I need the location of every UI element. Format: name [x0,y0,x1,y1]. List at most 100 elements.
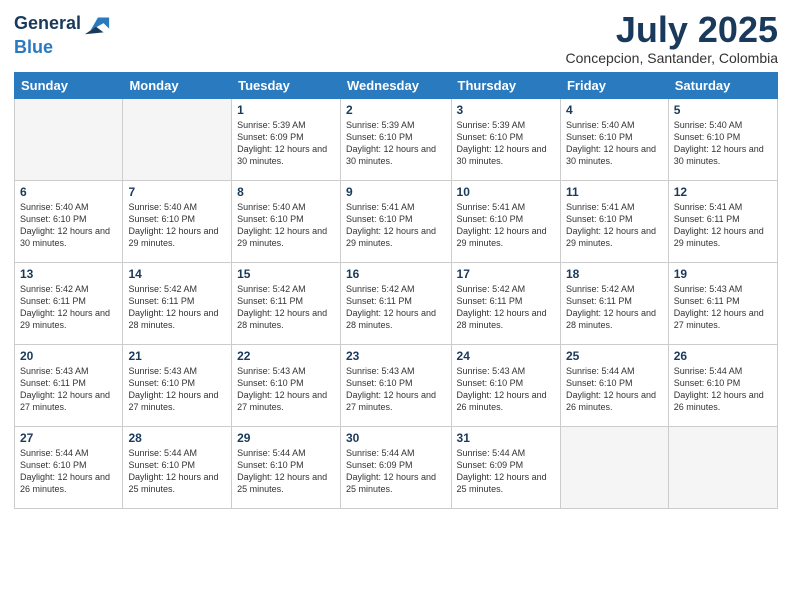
day-info: Sunrise: 5:40 AMSunset: 6:10 PMDaylight:… [128,201,226,250]
calendar-header-row: SundayMondayTuesdayWednesdayThursdayFrid… [15,72,778,98]
week-row-5: 27 Sunrise: 5:44 AMSunset: 6:10 PMDayligh… [15,426,778,508]
day-cell: 22 Sunrise: 5:43 AMSunset: 6:10 PMDayligh… [232,344,341,426]
day-header-monday: Monday [123,72,232,98]
day-cell: 25Sunrise: 5:44 AMSunset: 6:10 PMDayligh… [560,344,668,426]
day-info: Sunrise: 5:44 AMSunset: 6:10 PMDaylight:… [20,447,117,496]
day-number: 28 [128,431,226,445]
day-number: 22 [237,349,335,363]
day-info: Sunrise: 5:40 AMSunset: 6:10 PMDaylight:… [566,119,663,168]
day-cell: 18 Sunrise: 5:42 AMSunset: 6:11 PMDayligh… [560,262,668,344]
day-cell: 9 Sunrise: 5:41 AMSunset: 6:10 PMDaylight… [340,180,451,262]
day-cell [123,98,232,180]
day-number: 31 [457,431,555,445]
day-info: Sunrise: 5:44 AMSunset: 6:10 PMDaylight:… [566,365,663,414]
day-cell: 15 Sunrise: 5:42 AMSunset: 6:11 PMDayligh… [232,262,341,344]
day-info: Sunrise: 5:41 AMSunset: 6:10 PMDaylight:… [457,201,555,250]
day-number: 13 [20,267,117,281]
day-number: 23 [346,349,446,363]
day-number: 2 [346,103,446,117]
day-info: Sunrise: 5:41 AMSunset: 6:11 PMDaylight:… [674,201,772,250]
week-row-1: 1 Sunrise: 5:39 AMSunset: 6:09 PMDaylight… [15,98,778,180]
day-cell: 6 Sunrise: 5:40 AMSunset: 6:10 PMDaylight… [15,180,123,262]
day-info: Sunrise: 5:43 AMSunset: 6:10 PMDaylight:… [128,365,226,414]
day-cell: 14 Sunrise: 5:42 AMSunset: 6:11 PMDayligh… [123,262,232,344]
week-row-3: 13 Sunrise: 5:42 AMSunset: 6:11 PMDayligh… [15,262,778,344]
day-header-sunday: Sunday [15,72,123,98]
page: General Blue July 2025 Concepcion, Santa… [0,0,792,612]
day-info: Sunrise: 5:44 AMSunset: 6:10 PMDaylight:… [674,365,772,414]
day-info: Sunrise: 5:42 AMSunset: 6:11 PMDaylight:… [566,283,663,332]
day-info: Sunrise: 5:40 AMSunset: 6:10 PMDaylight:… [674,119,772,168]
day-number: 1 [237,103,335,117]
day-number: 9 [346,185,446,199]
day-info: Sunrise: 5:43 AMSunset: 6:11 PMDaylight:… [20,365,117,414]
day-number: 11 [566,185,663,199]
day-header-tuesday: Tuesday [232,72,341,98]
day-cell: 19 Sunrise: 5:43 AMSunset: 6:11 PMDayligh… [668,262,777,344]
day-cell: 3Sunrise: 5:39 AMSunset: 6:10 PMDaylight… [451,98,560,180]
day-number: 6 [20,185,117,199]
day-header-thursday: Thursday [451,72,560,98]
day-info: Sunrise: 5:43 AMSunset: 6:10 PMDaylight:… [237,365,335,414]
day-cell: 29 Sunrise: 5:44 AMSunset: 6:10 PMDayligh… [232,426,341,508]
day-number: 14 [128,267,226,281]
day-cell: 26Sunrise: 5:44 AMSunset: 6:10 PMDayligh… [668,344,777,426]
day-cell [668,426,777,508]
day-number: 21 [128,349,226,363]
day-cell: 31Sunrise: 5:44 AMSunset: 6:09 PMDayligh… [451,426,560,508]
day-info: Sunrise: 5:39 AMSunset: 6:09 PMDaylight:… [237,119,335,168]
day-info: Sunrise: 5:42 AMSunset: 6:11 PMDaylight:… [237,283,335,332]
day-number: 27 [20,431,117,445]
day-info: Sunrise: 5:41 AMSunset: 6:10 PMDaylight:… [346,201,446,250]
day-cell: 30Sunrise: 5:44 AMSunset: 6:09 PMDayligh… [340,426,451,508]
day-header-wednesday: Wednesday [340,72,451,98]
logo-text-blue: Blue [14,37,53,57]
logo-text: General [14,14,81,34]
day-number: 15 [237,267,335,281]
day-info: Sunrise: 5:44 AMSunset: 6:10 PMDaylight:… [128,447,226,496]
day-cell [15,98,123,180]
day-info: Sunrise: 5:39 AMSunset: 6:10 PMDaylight:… [346,119,446,168]
day-cell: 2 Sunrise: 5:39 AMSunset: 6:10 PMDaylight… [340,98,451,180]
day-number: 29 [237,431,335,445]
day-info: Sunrise: 5:43 AMSunset: 6:10 PMDaylight:… [457,365,555,414]
day-number: 5 [674,103,772,117]
day-header-saturday: Saturday [668,72,777,98]
day-cell: 20 Sunrise: 5:43 AMSunset: 6:11 PMDayligh… [15,344,123,426]
day-number: 19 [674,267,772,281]
day-cell: 7 Sunrise: 5:40 AMSunset: 6:10 PMDaylight… [123,180,232,262]
day-cell: 1 Sunrise: 5:39 AMSunset: 6:09 PMDaylight… [232,98,341,180]
day-cell: 16 Sunrise: 5:42 AMSunset: 6:11 PMDayligh… [340,262,451,344]
day-number: 7 [128,185,226,199]
day-cell: 28 Sunrise: 5:44 AMSunset: 6:10 PMDayligh… [123,426,232,508]
week-row-2: 6 Sunrise: 5:40 AMSunset: 6:10 PMDaylight… [15,180,778,262]
logo: General Blue [14,10,111,58]
day-info: Sunrise: 5:39 AMSunset: 6:10 PMDaylight:… [457,119,555,168]
day-number: 24 [457,349,555,363]
calendar: SundayMondayTuesdayWednesdayThursdayFrid… [14,72,778,509]
day-header-friday: Friday [560,72,668,98]
day-cell: 21 Sunrise: 5:43 AMSunset: 6:10 PMDayligh… [123,344,232,426]
day-number: 20 [20,349,117,363]
day-info: Sunrise: 5:42 AMSunset: 6:11 PMDaylight:… [346,283,446,332]
day-info: Sunrise: 5:40 AMSunset: 6:10 PMDaylight:… [237,201,335,250]
day-info: Sunrise: 5:40 AMSunset: 6:10 PMDaylight:… [20,201,117,250]
day-cell: 11 Sunrise: 5:41 AMSunset: 6:10 PMDayligh… [560,180,668,262]
day-cell: 4 Sunrise: 5:40 AMSunset: 6:10 PMDaylight… [560,98,668,180]
day-cell: 12 Sunrise: 5:41 AMSunset: 6:11 PMDayligh… [668,180,777,262]
day-cell: 27 Sunrise: 5:44 AMSunset: 6:10 PMDayligh… [15,426,123,508]
day-number: 18 [566,267,663,281]
day-info: Sunrise: 5:42 AMSunset: 6:11 PMDaylight:… [128,283,226,332]
day-info: Sunrise: 5:44 AMSunset: 6:10 PMDaylight:… [237,447,335,496]
day-info: Sunrise: 5:43 AMSunset: 6:10 PMDaylight:… [346,365,446,414]
day-cell: 8Sunrise: 5:40 AMSunset: 6:10 PMDaylight… [232,180,341,262]
day-info: Sunrise: 5:42 AMSunset: 6:11 PMDaylight:… [20,283,117,332]
day-cell: 5 Sunrise: 5:40 AMSunset: 6:10 PMDaylight… [668,98,777,180]
title-block: July 2025 Concepcion, Santander, Colombi… [566,10,778,66]
day-number: 16 [346,267,446,281]
day-number: 4 [566,103,663,117]
day-number: 12 [674,185,772,199]
day-info: Sunrise: 5:41 AMSunset: 6:10 PMDaylight:… [566,201,663,250]
logo-icon [83,10,111,38]
day-info: Sunrise: 5:43 AMSunset: 6:11 PMDaylight:… [674,283,772,332]
